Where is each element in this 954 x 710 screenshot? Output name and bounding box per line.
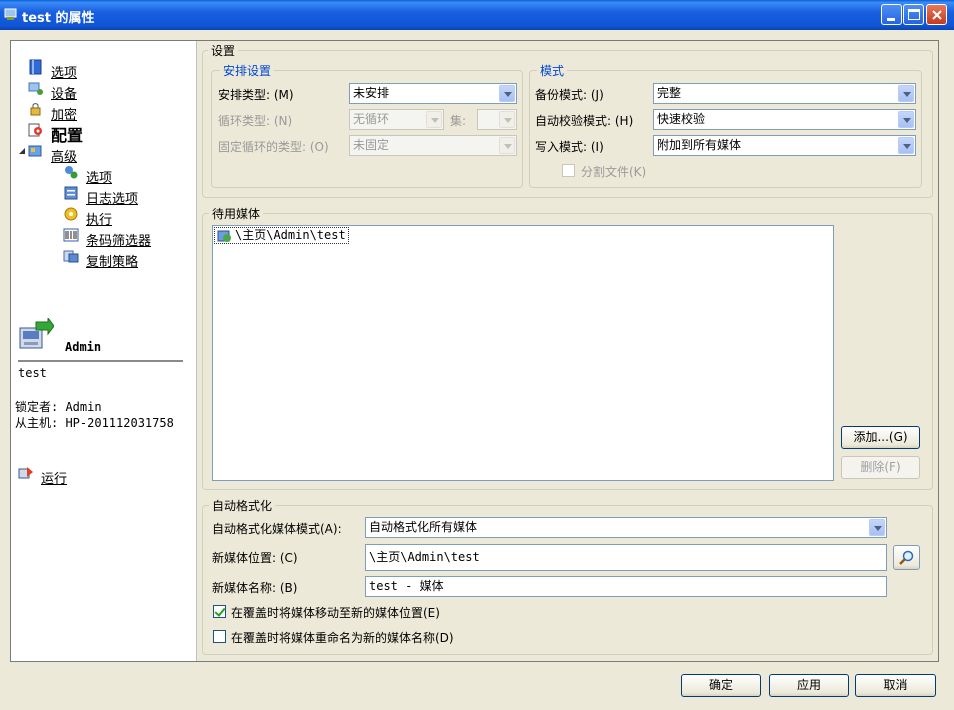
add-media-button[interactable]: 添加...(G): [841, 426, 920, 449]
set-select[interactable]: [477, 109, 517, 130]
rename-media-checkbox[interactable]: [213, 630, 226, 643]
media-list[interactable]: \主页\Admin\test: [212, 225, 834, 481]
close-icon: [932, 10, 942, 20]
cancel-button[interactable]: 取消: [855, 674, 936, 697]
close-button[interactable]: [926, 4, 947, 25]
move-media-label: 在覆盖时将媒体移动至新的媒体位置(E): [231, 606, 440, 620]
nav-item-advanced[interactable]: 高级: [51, 146, 77, 165]
nav-item-config[interactable]: 配置: [51, 122, 83, 146]
nav-subitem-log-options[interactable]: 日志选项: [86, 188, 138, 207]
info-host: 从主机: HP-201112031758: [15, 416, 174, 430]
run-icon: [18, 467, 33, 479]
log-icon: [64, 186, 78, 200]
chevron-down-icon: [499, 85, 515, 102]
options-gear-icon: [65, 166, 78, 179]
autoformat-group-title: 自动格式化: [209, 497, 276, 514]
backup-mode-select[interactable]: 完整: [653, 83, 916, 104]
loop-type-label: 循环类型: (N): [218, 114, 293, 128]
config-icon: [28, 123, 42, 137]
fixed-loop-type-select[interactable]: 未固定: [349, 135, 517, 156]
window-title: test 的属性: [22, 11, 95, 26]
backup-mode-label: 备份模式: (J): [535, 88, 604, 102]
chevron-down-icon: [898, 85, 914, 102]
ok-button[interactable]: 确定: [681, 674, 761, 697]
auto-verify-mode-select[interactable]: 快速校验: [653, 109, 916, 130]
search-icon: [899, 550, 914, 565]
browse-location-button[interactable]: [893, 545, 920, 570]
write-mode-label: 写入模式: (I): [535, 140, 604, 154]
nav-subitem-execute[interactable]: 执行: [86, 209, 112, 228]
nav-item-devices[interactable]: 设备: [51, 83, 77, 102]
schedule-group-title: 安排设置: [220, 62, 275, 79]
book-icon: [29, 59, 42, 75]
list-item[interactable]: \主页\Admin\test: [214, 227, 349, 244]
nav-item-options[interactable]: 选项: [51, 62, 77, 81]
info-job-name: test: [18, 366, 47, 380]
advanced-icon: [28, 145, 42, 157]
autoformat-mode-label: 自动格式化媒体模式(A):: [212, 522, 342, 536]
settings-group-title: 设置: [208, 42, 239, 59]
rename-media-label: 在覆盖时将媒体重命名为新的媒体名称(D): [231, 631, 454, 645]
schedule-type-select[interactable]: 未安排: [349, 83, 517, 104]
split-file-checkbox[interactable]: [562, 164, 575, 177]
split-file-label: 分割文件(K): [581, 165, 647, 179]
chevron-down-icon: [499, 111, 515, 128]
fixed-loop-type-label: 固定循环的类型: (O): [218, 140, 329, 154]
media-icon: [217, 230, 231, 242]
auto-verify-mode-label: 自动校验模式: (H): [535, 114, 634, 128]
execute-icon: [64, 207, 78, 221]
new-media-name-label: 新媒体名称: (B): [212, 581, 298, 595]
write-mode-select[interactable]: 附加到所有媒体: [653, 135, 916, 156]
devices-icon: [28, 82, 43, 95]
barcode-icon: [63, 228, 79, 242]
chevron-down-icon: [898, 137, 914, 154]
autoformat-mode-select[interactable]: 自动格式化所有媒体: [365, 517, 887, 538]
chevron-down-icon: [499, 137, 515, 154]
nav-item-encryption[interactable]: 加密: [51, 104, 77, 123]
job-computer-icon: [19, 318, 54, 349]
collapse-arrow-icon[interactable]: [18, 148, 26, 156]
minimize-button[interactable]: [881, 4, 902, 25]
maximize-icon: [908, 9, 920, 20]
apply-button[interactable]: 应用: [769, 674, 849, 697]
maximize-button[interactable]: [903, 4, 924, 25]
chevron-down-icon: [426, 111, 442, 128]
nav-subitem-options[interactable]: 选项: [86, 167, 112, 186]
media-group-title: 待用媒体: [209, 205, 264, 222]
loop-type-select[interactable]: 无循环: [349, 109, 444, 130]
info-locked-by: 锁定者: Admin: [15, 400, 102, 414]
move-media-checkbox[interactable]: [213, 605, 226, 618]
info-separator: [18, 360, 183, 362]
app-icon: [4, 8, 17, 20]
chevron-down-icon: [898, 111, 914, 128]
run-link[interactable]: 运行: [41, 468, 67, 487]
nav-subitem-copy-policy[interactable]: 复制策略: [86, 251, 138, 270]
delete-media-button[interactable]: 删除(F): [841, 456, 920, 479]
mode-group-title: 模式: [537, 62, 568, 79]
copy-policy-icon: [63, 250, 79, 263]
new-media-name-input[interactable]: test - 媒体: [365, 576, 887, 597]
nav-subitem-barcode-filter[interactable]: 条码筛选器: [86, 230, 151, 249]
minimize-icon: [887, 18, 895, 21]
set-label: 集:: [450, 114, 467, 128]
new-media-location-label: 新媒体位置: (C): [212, 551, 298, 565]
chevron-down-icon: [869, 519, 885, 536]
schedule-type-label: 安排类型: (M): [218, 88, 294, 102]
title-bar: test 的属性: [0, 0, 954, 30]
new-media-location-input[interactable]: \主页\Admin\test: [365, 544, 887, 571]
info-user: Admin: [65, 340, 102, 354]
lock-key-icon: [30, 103, 41, 116]
